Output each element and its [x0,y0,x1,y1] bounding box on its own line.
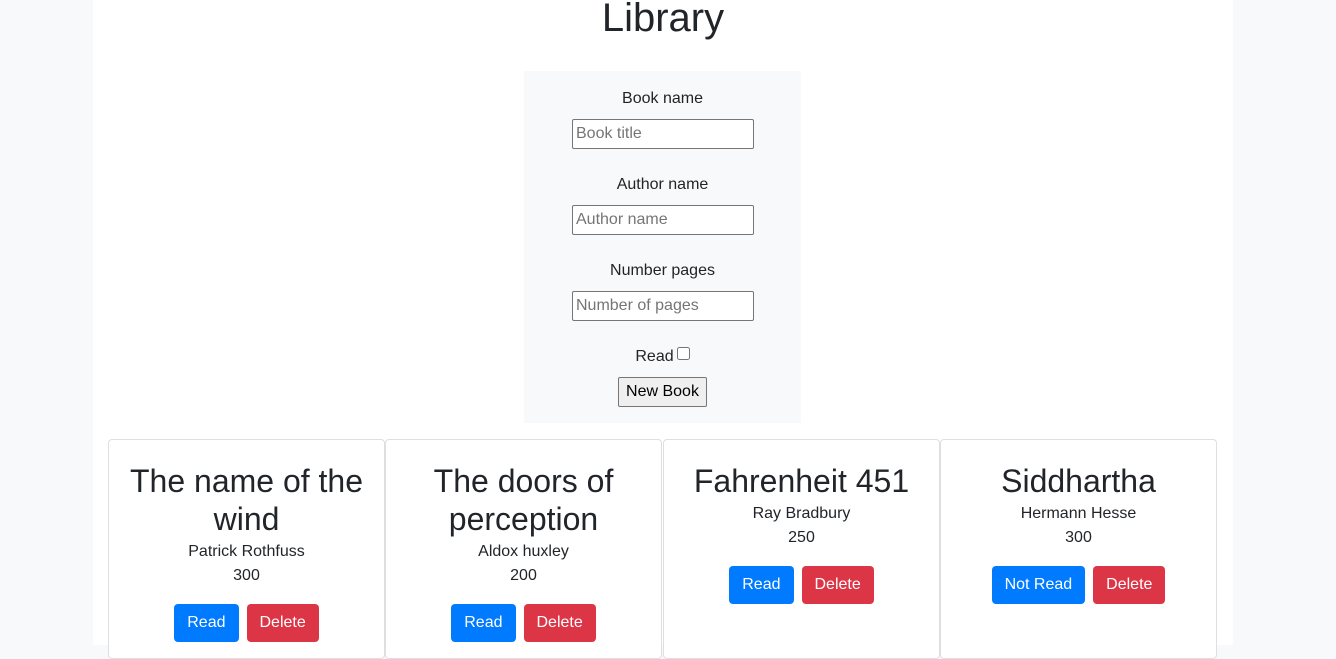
book-title: The name of the wind [129,463,364,537]
book-title: Siddhartha [1001,463,1156,499]
delete-button[interactable]: Delete [523,604,596,642]
author-name-input[interactable] [572,205,754,235]
book-card: Fahrenheit 451 Ray Bradbury 250 Read Del… [663,439,940,659]
book-author: Patrick Rothfuss [188,543,305,560]
card-actions: Not Read Delete [941,566,1216,604]
read-status-button[interactable]: Read [174,604,239,642]
read-status-button[interactable]: Not Read [991,566,1086,604]
book-card: Siddhartha Hermann Hesse 300 Not Read De… [940,439,1217,659]
book-pages: 300 [233,567,260,584]
book-title: Fahrenheit 451 [693,463,910,499]
read-checkbox[interactable] [676,347,690,360]
delete-button[interactable]: Delete [246,604,319,642]
book-card: The name of the wind Patrick Rothfuss 30… [108,439,385,659]
book-name-label: Book name [622,90,703,107]
book-pages: 200 [510,567,537,584]
book-title-input[interactable] [572,119,754,149]
book-card: The doors of perception Aldox huxley 200… [385,439,662,659]
delete-button[interactable]: Delete [801,566,874,604]
number-pages-label: Number pages [610,262,715,279]
read-label: Read [635,348,674,365]
book-author: Hermann Hesse [1020,505,1137,522]
main-container: Library Book name Author name Number pag… [93,0,1233,659]
book-title: The doors of perception [433,463,614,537]
read-status-button[interactable]: Read [729,566,794,604]
book-author: Ray Bradbury [752,505,851,522]
card-actions: Read Delete [386,604,661,642]
book-pages: 300 [1065,529,1092,546]
number-of-pages-input[interactable] [572,291,754,321]
new-book-form: Book name Author name Number pages Read … [524,71,801,423]
card-actions: Read Delete [664,566,939,604]
book-author: Aldox huxley [478,543,569,560]
read-row: Read [524,347,801,367]
card-actions: Read Delete [109,604,384,642]
book-pages: 250 [788,529,815,546]
new-book-button[interactable]: New Book [618,377,707,407]
read-status-button[interactable]: Read [451,604,516,642]
page-title: Library [601,0,725,40]
author-name-label: Author name [616,176,709,193]
delete-button[interactable]: Delete [1093,566,1166,604]
